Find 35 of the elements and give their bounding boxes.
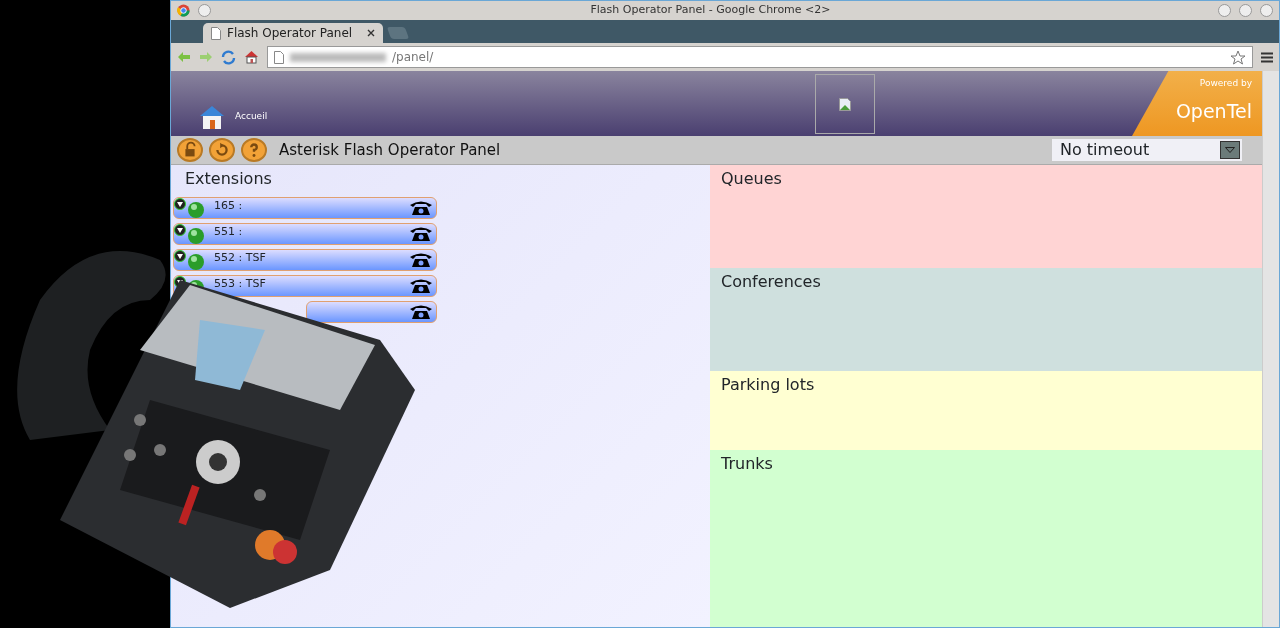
- close-icon[interactable]: [367, 29, 375, 37]
- address-bar[interactable]: /panel/: [267, 46, 1253, 68]
- extension-row[interactable]: 552 : TSF: [173, 249, 437, 271]
- extension-row[interactable]: 551 :: [173, 223, 437, 245]
- house-icon[interactable]: [199, 104, 225, 130]
- extension-row[interactable]: [306, 301, 437, 323]
- page-icon: [211, 26, 221, 40]
- browser-tab[interactable]: Flash Operator Panel: [203, 23, 383, 43]
- home-link[interactable]: Accueil: [235, 110, 268, 124]
- timeout-select[interactable]: No timeout: [1052, 139, 1242, 161]
- section-heading: Trunks: [720, 453, 774, 475]
- home-icon[interactable]: [244, 50, 259, 64]
- broken-image-icon: [839, 97, 851, 111]
- scrollbar[interactable]: [1262, 71, 1279, 627]
- page-icon: [274, 50, 284, 64]
- telephone-icon[interactable]: [409, 278, 433, 294]
- telephone-icon[interactable]: [409, 200, 433, 216]
- extension-row[interactable]: 165 :: [173, 197, 437, 219]
- extension-row[interactable]: 553 : TSF: [173, 275, 437, 297]
- brand-name: OpenTel: [1175, 98, 1252, 124]
- telephone-icon[interactable]: [409, 304, 433, 320]
- panel-title: Asterisk Flash Operator Panel: [279, 139, 502, 161]
- window-title: Flash Operator Panel - Google Chrome <2>: [589, 2, 832, 19]
- powered-by-text: Powered by: [1199, 77, 1252, 90]
- dropdown-icon[interactable]: [1225, 147, 1235, 153]
- menu-icon[interactable]: [1261, 51, 1273, 63]
- telephone-icon[interactable]: [409, 252, 433, 268]
- section-heading: Extensions: [184, 168, 273, 190]
- section-heading: Conferences: [720, 271, 822, 293]
- browser-logo-icon: [177, 4, 190, 17]
- telephone-icon[interactable]: [409, 226, 433, 242]
- star-icon[interactable]: [1230, 49, 1246, 65]
- reload-icon[interactable]: [221, 49, 236, 65]
- section-heading: Parking lots: [720, 374, 816, 396]
- section-heading: Queues: [720, 168, 783, 190]
